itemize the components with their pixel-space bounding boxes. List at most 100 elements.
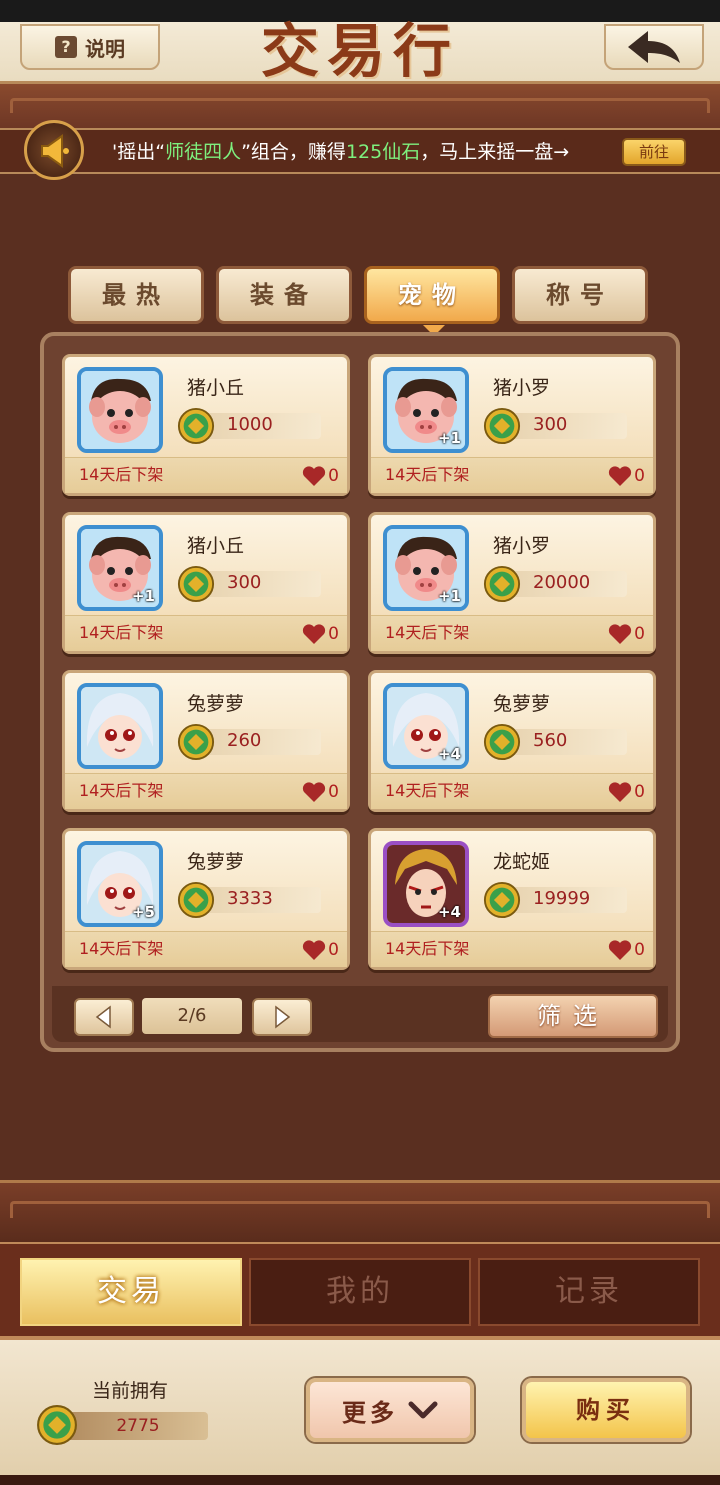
horn-icon xyxy=(24,120,84,180)
arrow-right-icon xyxy=(275,1005,291,1029)
listing-card[interactable]: +1 猪小罗 20000 14天后下架 0 xyxy=(368,512,656,654)
listing-card[interactable]: +4 兔萝萝 560 14天后下架 0 xyxy=(368,670,656,812)
coin-icon xyxy=(177,723,215,761)
heart-icon xyxy=(302,781,326,803)
plus-level: +1 xyxy=(437,587,461,605)
tab-records[interactable]: 记录 xyxy=(478,1258,700,1326)
price: 19999 xyxy=(533,888,591,909)
announcement-suffix: ，马上来摇一盘→ xyxy=(420,141,570,163)
listing-card[interactable]: +1 猪小罗 300 14天后下架 0 xyxy=(368,354,656,496)
category-tabs: 最热 装备 宠物 称号 xyxy=(68,266,654,336)
expire-text: 14天后下架 xyxy=(385,465,470,484)
heart-icon xyxy=(302,623,326,645)
listing-card[interactable]: +4 龙蛇姬 19999 14天后下架 0 xyxy=(368,828,656,970)
pet-name: 兔萝萝 xyxy=(187,851,245,873)
pet-avatar: +1 xyxy=(77,525,163,611)
buy-button[interactable]: 购买 xyxy=(522,1378,690,1442)
pet-name: 猪小丘 xyxy=(187,535,245,557)
decorative-frame-bottom xyxy=(0,1180,720,1242)
next-page-button[interactable] xyxy=(252,998,312,1036)
announcement-combo: 师徒四人 xyxy=(165,141,242,163)
announcement-middle: ”组合，赚得 xyxy=(241,141,346,163)
coin-icon xyxy=(483,881,521,919)
decorative-frame-top xyxy=(0,84,720,134)
page-title: 交易行 xyxy=(260,17,459,85)
expire-text: 14天后下架 xyxy=(79,781,164,800)
prev-page-button[interactable] xyxy=(74,998,134,1036)
likes[interactable]: 0 xyxy=(608,781,645,803)
page-indicator: 2/6 xyxy=(142,998,242,1034)
more-button[interactable]: 更多 xyxy=(306,1378,474,1442)
tab-hottest[interactable]: 最热 xyxy=(68,266,204,324)
like-count: 0 xyxy=(634,782,645,802)
footer-strip xyxy=(0,1475,720,1485)
goto-button[interactable]: 前往 xyxy=(622,138,686,166)
likes[interactable]: 0 xyxy=(302,939,339,961)
announcement-text: '摇出“师徒四人”组合，赚得125仙石，马上来摇一盘→ xyxy=(112,136,569,168)
announcement-prefix: '摇出“ xyxy=(112,141,166,163)
pet-avatar: +1 xyxy=(383,525,469,611)
plus-level: +1 xyxy=(437,429,461,447)
tab-mine[interactable]: 我的 xyxy=(249,1258,471,1326)
expire-text: 14天后下架 xyxy=(385,623,470,642)
like-count: 0 xyxy=(328,940,339,960)
tab-pets[interactable]: 宠物 xyxy=(364,266,500,336)
like-count: 0 xyxy=(328,782,339,802)
pet-avatar: +4 xyxy=(383,683,469,769)
price: 300 xyxy=(533,414,568,435)
price: 3333 xyxy=(227,888,273,909)
pet-avatar: +5 xyxy=(77,841,163,927)
like-count: 0 xyxy=(634,624,645,644)
coin-icon xyxy=(177,565,215,603)
plus-level: +1 xyxy=(131,587,155,605)
pet-name: 兔萝萝 xyxy=(187,693,245,715)
tab-titles[interactable]: 称号 xyxy=(512,266,648,324)
likes[interactable]: 0 xyxy=(302,623,339,645)
heart-icon xyxy=(608,939,632,961)
plus-level: +5 xyxy=(131,903,155,921)
like-count: 0 xyxy=(328,624,339,644)
coin-icon xyxy=(37,1405,77,1445)
like-count: 0 xyxy=(634,940,645,960)
listing-card[interactable]: +5 兔萝萝 3333 14天后下架 0 xyxy=(62,828,350,970)
pet-name: 兔萝萝 xyxy=(493,693,551,715)
tab-trade[interactable]: 交易 xyxy=(20,1258,242,1326)
pet-avatar: +1 xyxy=(383,367,469,453)
announcement-reward: 125仙石 xyxy=(345,141,421,163)
tab-equipment[interactable]: 装备 xyxy=(216,266,352,324)
coin-icon xyxy=(483,723,521,761)
like-count: 0 xyxy=(634,466,645,486)
plus-level: +4 xyxy=(437,745,461,763)
heart-icon xyxy=(608,465,632,487)
arrow-left-icon xyxy=(95,1005,111,1029)
filter-button[interactable]: 筛选 xyxy=(488,994,658,1038)
pet-avatar xyxy=(77,683,163,769)
back-button[interactable] xyxy=(604,24,704,70)
likes[interactable]: 0 xyxy=(302,781,339,803)
pet-name: 猪小丘 xyxy=(187,377,245,399)
likes[interactable]: 0 xyxy=(608,623,645,645)
footer: 当前拥有 2775 更多 购买 xyxy=(0,1340,720,1475)
plus-level: +4 xyxy=(437,903,461,921)
pet-avatar xyxy=(77,367,163,453)
likes[interactable]: 0 xyxy=(302,465,339,487)
listing-card[interactable]: +1 猪小丘 300 14天后下架 0 xyxy=(62,512,350,654)
price: 260 xyxy=(227,730,262,751)
help-button[interactable]: ? 说明 xyxy=(20,24,160,70)
coin-icon xyxy=(177,881,215,919)
price: 1000 xyxy=(227,414,273,435)
listing-card[interactable]: 兔萝萝 260 14天后下架 0 xyxy=(62,670,350,812)
listing-card[interactable]: 猪小丘 1000 14天后下架 0 xyxy=(62,354,350,496)
back-arrow-icon xyxy=(628,31,680,63)
coin-icon xyxy=(483,565,521,603)
holding-amount: 2775 xyxy=(58,1412,208,1440)
like-count: 0 xyxy=(328,466,339,486)
likes[interactable]: 0 xyxy=(608,939,645,961)
heart-icon xyxy=(302,465,326,487)
coin-icon xyxy=(483,407,521,445)
likes[interactable]: 0 xyxy=(608,465,645,487)
pet-name: 猪小罗 xyxy=(493,535,551,557)
price: 20000 xyxy=(533,572,591,593)
holding-label: 当前拥有 xyxy=(92,1380,169,1402)
pager: 2/6 筛选 xyxy=(52,986,668,1042)
